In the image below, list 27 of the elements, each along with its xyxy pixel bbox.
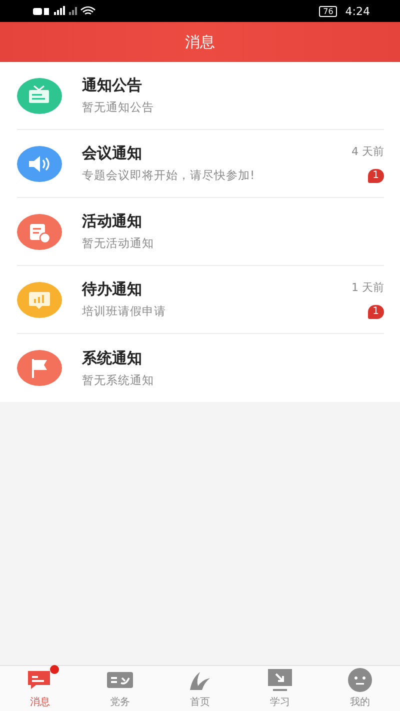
message-preview: 暂无通知公告	[82, 100, 154, 115]
message-preview: 暂无系统通知	[82, 372, 154, 388]
unread-count-badge: 1	[368, 305, 384, 319]
signal-icon	[33, 6, 97, 16]
clock: 4:24	[345, 4, 370, 18]
message-time: 4 天前	[352, 144, 384, 159]
page-title: 消息	[185, 32, 215, 52]
message-title: 系统通知	[82, 348, 142, 368]
message-time: 1 天前	[352, 280, 384, 295]
message-row[interactable]: 待办通知 培训班请假申请 1 天前 1	[17, 266, 384, 334]
battery-level: 76	[319, 6, 338, 16]
message-preview: 暂无活动通知	[82, 236, 154, 251]
message-preview: 专题会议即将开始，请尽快参加!	[82, 168, 255, 183]
chat-icon	[27, 668, 53, 692]
download-icon	[267, 668, 293, 692]
unread-count-badge: 1	[368, 169, 384, 183]
message-title: 活动通知	[82, 212, 142, 231]
message-row[interactable]: 系统通知 暂无系统通知	[17, 334, 384, 402]
message-preview: 培训班请假申请	[82, 304, 166, 319]
message-title: 通知公告	[82, 76, 142, 95]
message-title: 待办通知	[82, 280, 142, 299]
avatar-icon	[347, 668, 373, 692]
message-title: 会议通知	[82, 144, 142, 163]
message-row[interactable]: 会议通知 专题会议即将开始，请尽快参加! 4 天前 1	[17, 130, 384, 198]
message-row[interactable]: 通知公告 暂无通知公告	[17, 62, 384, 130]
message-row[interactable]: 活动通知 暂无活动通知	[17, 198, 384, 266]
tab[interactable]: 消息	[0, 666, 80, 711]
